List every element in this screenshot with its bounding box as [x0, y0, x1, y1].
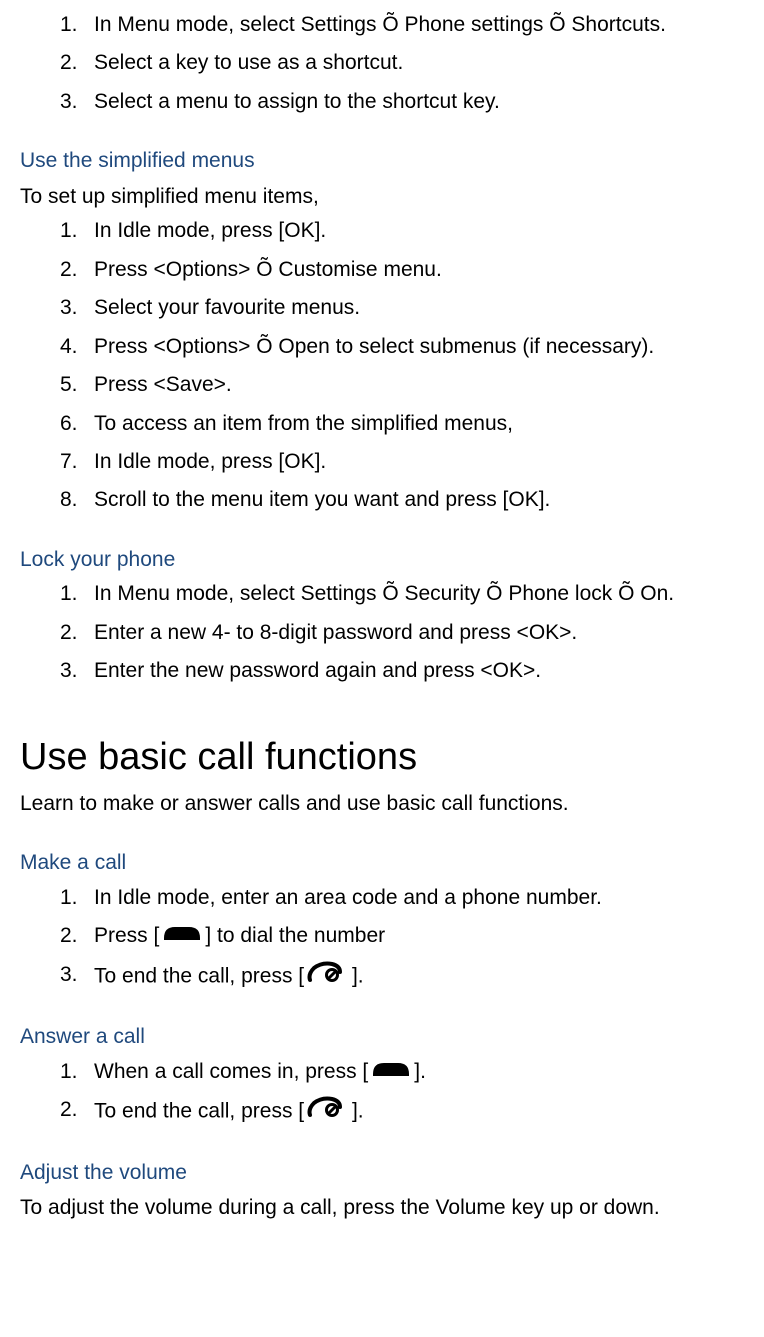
list-item: 8.Scroll to the menu item you want and p… — [60, 485, 744, 515]
list-text: In Idle mode, press [OK]. — [94, 450, 326, 473]
list-text: Enter the new password again and press <… — [94, 659, 541, 682]
list-text-pre: Press [ — [94, 924, 159, 947]
section-title-lock: Lock your phone — [20, 544, 744, 576]
section-intro-simplified: To set up simplified menu items, — [20, 181, 744, 213]
main-heading: Use basic call functions — [20, 729, 744, 786]
list-text-post: ]. — [414, 1060, 426, 1083]
list-item: 2.To end the call, press [ ]. — [60, 1095, 744, 1128]
list-text: In Idle mode, enter an area code and a p… — [94, 886, 602, 909]
list-text: Press <Options> Õ Open to select submenu… — [94, 335, 654, 358]
main-intro: Learn to make or answer calls and use ba… — [20, 788, 744, 820]
list-text: Press <Options> Õ Customise menu. — [94, 258, 442, 281]
list-text: In Menu mode, select Settings Õ Security… — [94, 582, 674, 605]
list-item: 3.To end the call, press [ ]. — [60, 960, 744, 993]
list-text: Select your favourite menus. — [94, 296, 360, 319]
list-text-post: ] to dial the number — [205, 924, 385, 947]
list-text-pre: When a call comes in, press [ — [94, 1060, 368, 1083]
list-item: 3.Select a menu to assign to the shortcu… — [60, 87, 744, 117]
list-text-pre: To end the call, press [ — [94, 1100, 304, 1123]
list-text-pre: To end the call, press [ — [94, 964, 304, 987]
shortcut-list: 1.In Menu mode, select Settings Õ Phone … — [20, 10, 744, 117]
list-text: Press <Save>. — [94, 373, 232, 396]
dial-key-icon — [370, 1057, 412, 1087]
list-text: In Idle mode, press [OK]. — [94, 219, 326, 242]
list-item: 4.Press <Options> Õ Open to select subme… — [60, 332, 744, 362]
list-item: 1.In Menu mode, select Settings Õ Securi… — [60, 579, 744, 609]
list-text: In Menu mode, select Settings Õ Phone se… — [94, 13, 666, 36]
lock-list: 1.In Menu mode, select Settings Õ Securi… — [20, 579, 744, 686]
list-item: 2.Press <Options> Õ Customise menu. — [60, 255, 744, 285]
list-text: To access an item from the simplified me… — [94, 412, 513, 435]
list-item: 1.In Idle mode, press [OK]. — [60, 216, 744, 246]
section-intro-volume: To adjust the volume during a call, pres… — [20, 1192, 744, 1224]
list-text: Enter a new 4- to 8-digit password and p… — [94, 621, 577, 644]
list-item: 3.Enter the new password again and press… — [60, 656, 744, 686]
dial-key-icon — [161, 921, 203, 951]
section-title-volume: Adjust the volume — [20, 1157, 744, 1189]
section-title-answer-call: Answer a call — [20, 1021, 744, 1053]
list-text: Select a key to use as a shortcut. — [94, 51, 403, 74]
list-text-post: ]. — [346, 1100, 364, 1123]
list-item: 3.Select your favourite menus. — [60, 293, 744, 323]
list-item: 1.In Idle mode, enter an area code and a… — [60, 883, 744, 913]
list-item: 2.Select a key to use as a shortcut. — [60, 48, 744, 78]
end-call-icon — [306, 960, 344, 993]
list-text: Select a menu to assign to the shortcut … — [94, 90, 500, 113]
make-call-list: 1.In Idle mode, enter an area code and a… — [20, 883, 744, 994]
end-call-icon — [306, 1095, 344, 1128]
section-title-make-call: Make a call — [20, 847, 744, 879]
list-text-post: ]. — [346, 964, 364, 987]
list-item: 1.When a call comes in, press []. — [60, 1057, 744, 1088]
answer-call-list: 1.When a call comes in, press []. 2.To e… — [20, 1057, 744, 1129]
section-title-simplified: Use the simplified menus — [20, 145, 744, 177]
list-text: Scroll to the menu item you want and pre… — [94, 488, 550, 511]
simplified-list: 1.In Idle mode, press [OK]. 2.Press <Opt… — [20, 216, 744, 516]
list-item: 2.Enter a new 4- to 8-digit password and… — [60, 618, 744, 648]
list-item: 7.In Idle mode, press [OK]. — [60, 447, 744, 477]
list-item: 6.To access an item from the simplified … — [60, 409, 744, 439]
list-item: 5.Press <Save>. — [60, 370, 744, 400]
list-item: 1.In Menu mode, select Settings Õ Phone … — [60, 10, 744, 40]
list-item: 2.Press [] to dial the number — [60, 921, 744, 952]
